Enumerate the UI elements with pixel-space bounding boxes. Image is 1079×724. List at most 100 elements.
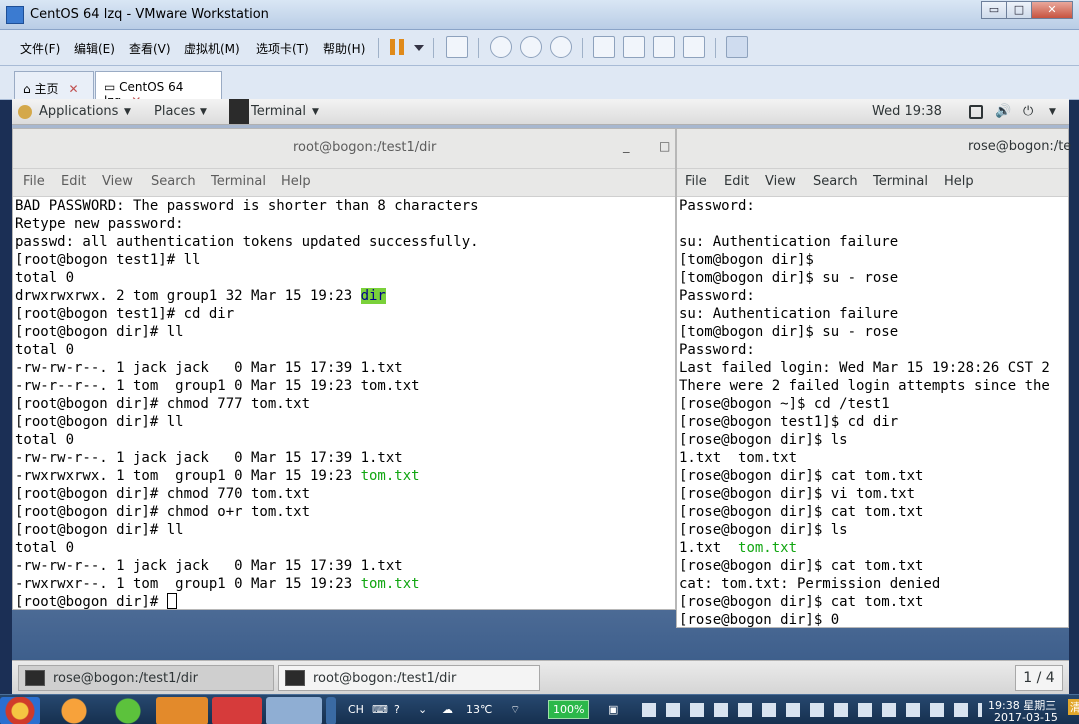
snapshot-manager-icon[interactable] <box>550 36 572 58</box>
terminal-text: total 0 <box>15 342 75 358</box>
snapshot-icon[interactable] <box>490 36 512 58</box>
terminal-text: [root@bogon dir]# chmod o+r tom.txt <box>15 504 311 520</box>
menu-help[interactable]: 帮助(H) <box>323 40 365 57</box>
firefox-icon[interactable] <box>50 697 98 724</box>
terminal-line: [rose@bogon ~]$ cd /test1 <box>679 395 1068 413</box>
taskbar-item-rose[interactable]: rose@bogon:/test1/dir <box>18 665 274 691</box>
terminal-output-rose[interactable]: Password: su: Authentication failure [tom@… <box>679 197 1068 627</box>
keyboard-icon[interactable]: ⌨ <box>372 703 388 716</box>
revert-snapshot-icon[interactable] <box>520 36 542 58</box>
volume-icon[interactable]: 🔊 <box>995 104 1011 119</box>
menu-edit[interactable]: 编辑(E) <box>74 40 115 57</box>
terminal-text: [tom@bogon dir]$ su - rose <box>679 324 899 340</box>
term-menu-view[interactable]: View <box>102 174 133 189</box>
screen-icon[interactable] <box>969 105 983 119</box>
terminal-text: [rose@bogon dir]$ vi tom.txt <box>679 486 916 502</box>
terminal-text: [root@bogon dir]# chmod 770 tom.txt <box>15 486 311 502</box>
terminal-line: [rose@bogon dir]$ ls <box>679 431 1068 449</box>
close-button[interactable]: ✕ <box>1031 1 1073 19</box>
vmware-taskbar-icon[interactable] <box>326 697 336 724</box>
terminal-cursor <box>166 593 177 609</box>
toolbox-icon[interactable] <box>156 697 208 724</box>
terminal-menu[interactable]: Terminal <box>251 104 306 119</box>
tab-home[interactable]: ⌂ 主页 ✕ <box>14 71 94 100</box>
terminal-line: 1.txt tom.txt <box>679 449 1068 467</box>
terminal-titlebar-rose: rose@bogon:/te <box>677 129 1072 169</box>
rose-menu-file[interactable]: File <box>685 174 707 189</box>
clock[interactable]: Wed 19:38 <box>872 104 942 119</box>
tab-home-close-icon[interactable]: ✕ <box>68 82 78 96</box>
taskbar-item-root[interactable]: root@bogon:/test1/dir <box>278 665 540 691</box>
menu-file[interactable]: 文件(F) <box>20 40 60 57</box>
term-menu-search[interactable]: Search <box>151 174 196 189</box>
quick-switch-icon[interactable] <box>623 36 645 58</box>
terminal-text: su: Authentication failure <box>679 234 899 250</box>
terminal-line: drwxrwxrwx. 2 tom group1 32 Mar 15 19:23… <box>15 287 675 305</box>
clock-date[interactable]: 2017-03-15 <box>994 711 1058 724</box>
tray-expand-icon[interactable]: ⌄ <box>418 703 427 716</box>
term-menu-terminal[interactable]: Terminal <box>211 174 266 189</box>
term-menu-file[interactable]: File <box>23 174 45 189</box>
refresh-app-icon[interactable] <box>104 697 152 724</box>
temperature: 13℃ <box>466 703 493 716</box>
minimize-button[interactable]: ▭ <box>981 1 1007 19</box>
wifi-icon[interactable]: ⌔ <box>510 703 520 717</box>
terminal-text: [tom@bogon dir]$ <box>679 252 814 268</box>
fullscreen-icon[interactable] <box>653 36 675 58</box>
gnome-top-panel: Applications ▼ Places ▼ Terminal ▼ Wed 1… <box>12 99 1069 125</box>
chrome-icon[interactable] <box>0 697 40 724</box>
terminal-window-rose[interactable]: rose@bogon:/te File Edit View Search Ter… <box>676 128 1072 628</box>
terminal-text: tom.txt <box>738 540 798 556</box>
menu-tabs[interactable]: 选项卡(T) <box>256 40 309 57</box>
terminal-line: Retype new password: <box>15 215 675 233</box>
terminal-maximize-button[interactable]: □ <box>659 139 670 153</box>
term-menu-edit[interactable]: Edit <box>61 174 86 189</box>
terminal-text: total 0 <box>15 540 75 556</box>
vmware-tabs: ⌂ 主页 ✕ ▭ CentOS 64 lzq✕ <box>0 66 1079 108</box>
vmware-menubar: 文件(F) 编辑(E) 查看(V) 虚拟机(M) 选项卡(T) 帮助(H) <box>0 30 1079 66</box>
terminal-line: [root@bogon dir]# ll <box>15 521 675 539</box>
workspace-indicator[interactable]: 1 / 4 <box>1015 665 1063 691</box>
send-keys-icon[interactable] <box>446 36 468 58</box>
window-title: CentOS 64 lzq - VMware Workstation <box>30 7 269 22</box>
terminal-output[interactable]: BAD PASSWORD: The password is shorter th… <box>15 197 675 609</box>
rose-menu-search[interactable]: Search <box>813 174 858 189</box>
terminal-title-rose: rose@bogon:/te <box>968 139 1072 154</box>
terminal-window-root[interactable]: root@bogon:/test1/dir _ □ File Edit View… <box>12 128 676 610</box>
terminal-title: root@bogon:/test1/dir <box>293 140 437 155</box>
rose-menu-help[interactable]: Help <box>944 174 974 189</box>
calculator-icon[interactable] <box>266 697 322 724</box>
library-icon[interactable] <box>593 36 615 58</box>
power-icon[interactable]: ⏻ <box>1023 104 1033 119</box>
terminal-line: su: Authentication failure <box>679 233 1068 251</box>
terminal-text: su: Authentication failure <box>679 306 899 322</box>
unity-icon[interactable] <box>683 36 705 58</box>
console-view-icon[interactable] <box>726 36 748 58</box>
xmind-icon[interactable] <box>212 697 262 724</box>
dropdown-icon[interactable] <box>414 45 424 51</box>
menu-view[interactable]: 查看(V) <box>129 40 171 57</box>
help-icon[interactable]: ? <box>394 703 400 716</box>
menu-vm[interactable]: 虚拟机(M) <box>184 40 240 57</box>
maximize-button[interactable]: □ <box>1006 1 1032 19</box>
ime-indicator[interactable]: 清 <box>1068 699 1079 715</box>
terminal-line: [root@bogon dir]# <box>15 593 675 609</box>
term-menu-help[interactable]: Help <box>281 174 311 189</box>
terminal-menubar-rose: File Edit View Search Terminal Help <box>677 169 1068 197</box>
pause-icon[interactable] <box>390 39 404 55</box>
chevron-down-icon[interactable]: ▼ <box>1049 107 1056 117</box>
tab-centos[interactable]: ▭ CentOS 64 lzq✕ <box>95 71 222 108</box>
places-menu[interactable]: Places <box>154 104 195 119</box>
terminal-line: -rw-r--r--. 1 tom group1 0 Mar 15 19:23 … <box>15 377 675 395</box>
applications-menu[interactable]: Applications <box>39 104 118 119</box>
rose-menu-view[interactable]: View <box>765 174 796 189</box>
terminal-text: [rose@bogon dir]$ 0 <box>679 612 840 627</box>
rose-menu-terminal[interactable]: Terminal <box>873 174 928 189</box>
battery-indicator[interactable]: 100% <box>548 700 590 719</box>
terminal-text: [root@bogon test1]# cd dir <box>15 306 235 322</box>
language-indicator[interactable]: CH <box>348 703 364 716</box>
terminal-line: Password: <box>679 341 1068 359</box>
terminal-minimize-button[interactable]: _ <box>623 139 630 154</box>
rose-menu-edit[interactable]: Edit <box>724 174 749 189</box>
terminal-text: Retype new password: <box>15 216 184 232</box>
